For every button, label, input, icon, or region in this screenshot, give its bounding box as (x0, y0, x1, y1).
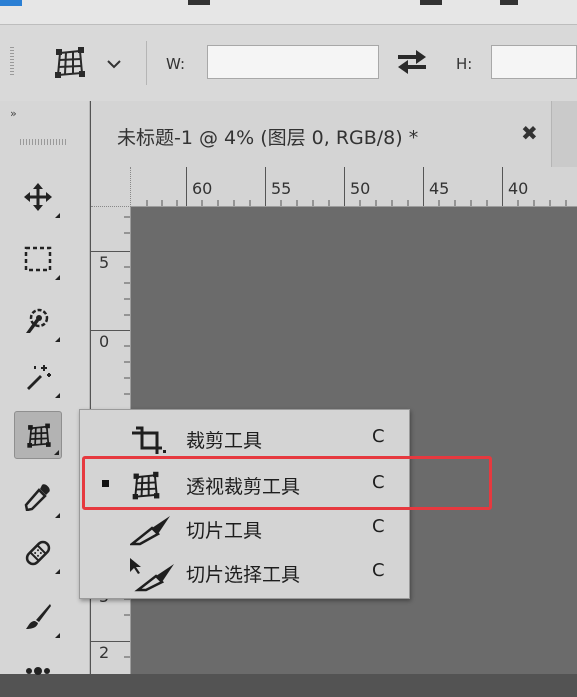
ruler-label: 0 (99, 332, 110, 351)
title-fragment (500, 0, 518, 5)
slice-icon (130, 516, 170, 546)
title-bar (0, 0, 577, 24)
document-tab[interactable]: 未标题-1 @ 4% (图层 0, RGB/8) * ✖ (91, 101, 552, 167)
ruler-origin[interactable] (91, 167, 131, 207)
stamp-tool[interactable] (14, 649, 62, 697)
options-bar: W: H: (0, 24, 577, 101)
healing-brush-tool[interactable] (14, 529, 62, 577)
move-icon (24, 183, 52, 211)
ruler-label: 55 (271, 179, 292, 198)
brush-tool[interactable] (14, 593, 62, 641)
perspective-crop-icon (27, 423, 51, 448)
perspective-crop-icon (55, 47, 85, 78)
width-label: W: (166, 55, 186, 73)
toolbox-panel: ›› (0, 101, 90, 675)
toolbox-grip[interactable] (20, 139, 68, 145)
ruler-label: 45 (429, 179, 450, 198)
shortcut-key: C (372, 516, 385, 537)
eyedropper-icon (24, 484, 50, 511)
document-title: 未标题-1 @ 4% (图层 0, RGB/8) * (117, 127, 419, 149)
ruler-label: 50 (350, 179, 371, 198)
ruler-label: 60 (192, 179, 213, 198)
stamp-icon (26, 667, 50, 675)
height-label: H: (456, 55, 473, 73)
width-input[interactable] (207, 45, 379, 79)
crop-icon (132, 426, 166, 454)
magic-wand-icon (27, 365, 51, 390)
marquee-tool[interactable] (14, 235, 62, 283)
document-tab-bar: 未标题-1 @ 4% (图层 0, RGB/8) * ✖ (91, 101, 577, 167)
ruler-ticks (146, 167, 567, 206)
move-tool[interactable] (14, 173, 62, 221)
horizontal-ruler: 60 55 50 45 40 (91, 167, 577, 207)
highlight-annotation-box (82, 456, 492, 510)
menu-item-label: 切片选择工具 (186, 564, 301, 586)
collapse-panel-button[interactable]: ›› (10, 107, 17, 120)
quick-select-icon (26, 308, 49, 333)
menu-item-label: 裁剪工具 (186, 430, 263, 452)
menu-item-crop-tool[interactable]: 裁剪工具 C (80, 416, 409, 460)
eyedropper-tool[interactable] (14, 473, 62, 521)
magic-wand-tool[interactable] (14, 353, 62, 401)
menu-item-slice-tool[interactable]: 切片工具 C (80, 506, 409, 550)
quick-select-tool[interactable] (14, 297, 62, 345)
crop-tool-active[interactable] (14, 411, 62, 459)
title-fragment (188, 0, 210, 5)
shortcut-key: C (372, 426, 385, 447)
app-logo (0, 0, 22, 6)
divider (146, 41, 147, 85)
swap-dimensions-button[interactable] (394, 47, 430, 77)
ruler-label: 5 (99, 253, 110, 272)
healing-brush-icon (25, 540, 51, 566)
options-bar-grip[interactable] (10, 47, 14, 77)
tool-preset-picker[interactable] (52, 45, 88, 81)
chevron-down-icon (107, 60, 121, 69)
slice-select-icon (130, 558, 174, 592)
ruler-label: 2 (99, 643, 110, 662)
preset-dropdown-button[interactable] (103, 53, 125, 75)
brush-icon (26, 604, 51, 629)
shortcut-key: C (372, 560, 385, 581)
height-input[interactable] (491, 45, 577, 79)
ruler-label: 40 (508, 179, 529, 198)
close-document-icon[interactable]: ✖ (521, 121, 538, 145)
menu-item-slice-select-tool[interactable]: 切片选择工具 C (80, 550, 409, 594)
title-fragment (420, 0, 442, 5)
swap-arrows-icon (398, 50, 426, 74)
rect-marquee-icon (24, 246, 52, 272)
menu-item-label: 切片工具 (186, 520, 263, 542)
